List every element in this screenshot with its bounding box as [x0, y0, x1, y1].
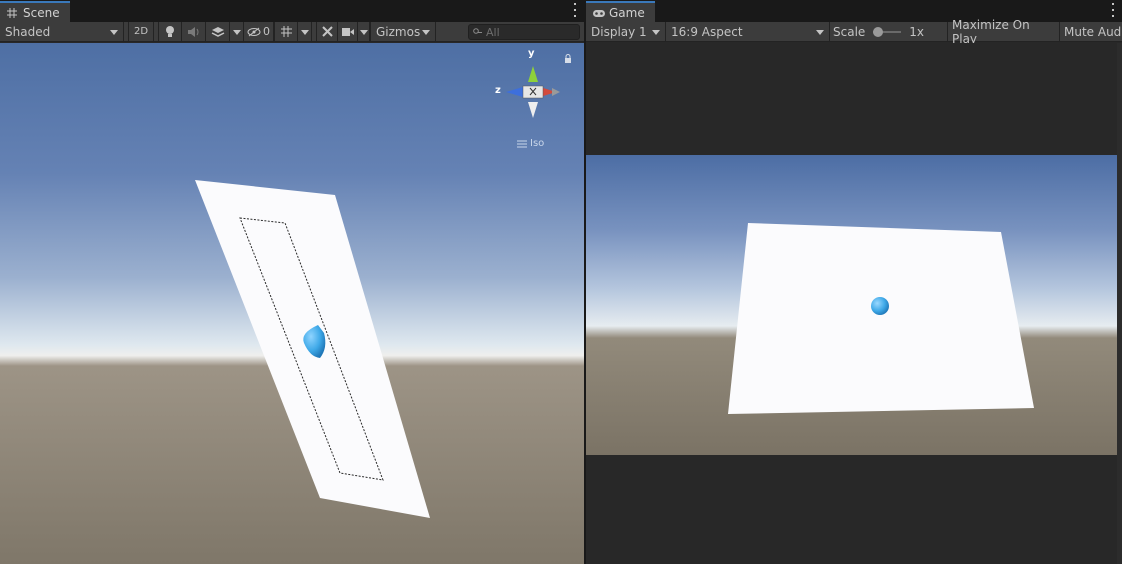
chevron-down-icon: [360, 29, 368, 35]
layers-icon: [211, 26, 224, 37]
scale-control: Scale 1x: [830, 21, 948, 42]
grid-snap-icon: [280, 26, 292, 37]
effects-toggle-button[interactable]: [206, 21, 230, 42]
tab-scene[interactable]: Scene: [0, 1, 70, 22]
camera-settings-button[interactable]: [338, 21, 358, 42]
chevron-down-icon: [422, 29, 430, 35]
game-render-frame: [586, 155, 1122, 455]
lock-icon[interactable]: [563, 54, 573, 64]
plane-object: [728, 223, 1034, 414]
lighting-toggle-button[interactable]: [158, 21, 182, 42]
scene-panel: Scene Shaded 2D 0 Gizmos All y z Iso: [0, 0, 584, 564]
tab-scene-label: Scene: [23, 5, 60, 20]
game-viewport[interactable]: [586, 43, 1122, 564]
aspect-dropdown[interactable]: 16:9 Aspect: [666, 21, 830, 42]
gamepad-icon: [592, 7, 605, 19]
chevron-down-icon: [233, 29, 241, 35]
toggle-2d-label: 2D: [133, 26, 149, 37]
gizmos-label: Gizmos: [376, 24, 421, 39]
grid-dropdown-button[interactable]: [298, 21, 312, 42]
speaker-icon: [187, 26, 198, 37]
hidden-objects-toggle-button[interactable]: 0: [244, 21, 274, 42]
search-icon: [473, 28, 482, 34]
letterbox-top: [586, 43, 1122, 155]
eye-crossed-icon: [247, 27, 261, 36]
chevron-down-icon: [110, 29, 118, 35]
scene-toolbar: Shaded 2D 0 Gizmos All: [0, 21, 584, 42]
game-toolbar: Display 1 16:9 Aspect Scale 1x Maximize …: [586, 18, 1122, 46]
scene-tabbar: Scene: [0, 0, 584, 22]
axis-gizmo-icon: [506, 66, 560, 118]
scene-search[interactable]: [468, 24, 580, 40]
scale-label: Scale: [833, 24, 866, 39]
projection-label: Iso: [530, 138, 545, 149]
aspect-value: 16:9 Aspect: [671, 24, 743, 39]
sphere-object: [871, 297, 889, 315]
scene-search-input[interactable]: [486, 25, 576, 39]
game-scrollbar[interactable]: [1117, 43, 1122, 564]
shading-mode-value: Shaded: [5, 24, 51, 39]
gizmos-dropdown[interactable]: Gizmos: [370, 21, 436, 42]
letterbox-bottom: [586, 455, 1122, 564]
tab-game[interactable]: Game: [586, 1, 655, 22]
chevron-down-icon: [652, 29, 660, 35]
lightbulb-icon: [166, 25, 174, 37]
display-value: Display 1: [591, 24, 647, 39]
gizmo-y-label: y: [528, 48, 535, 59]
hidden-count: 0: [263, 25, 270, 38]
maximize-on-play-toggle[interactable]: Maximize On Play: [948, 18, 1060, 46]
gizmo-z-label: z: [495, 85, 501, 96]
scale-slider[interactable]: [873, 26, 902, 37]
mute-audio-toggle[interactable]: Mute Aud: [1060, 22, 1122, 42]
chevron-down-icon: [816, 29, 824, 35]
grid-toggle-button[interactable]: [274, 21, 298, 42]
maximize-on-play-label: Maximize On Play: [952, 17, 1030, 46]
display-dropdown[interactable]: Display 1: [586, 21, 666, 42]
scale-value: 1x: [909, 24, 925, 39]
game-menu-icon[interactable]: [1110, 3, 1116, 17]
shading-mode-dropdown[interactable]: Shaded: [0, 21, 124, 42]
effects-dropdown-button[interactable]: [230, 21, 244, 42]
game-panel: Game Display 1 16:9 Aspect Scale 1x Maxi…: [586, 0, 1122, 564]
projection-toggle[interactable]: Iso: [517, 138, 544, 149]
tools-toggle-button[interactable]: [316, 21, 338, 42]
scene-menu-icon[interactable]: [572, 3, 578, 17]
tools-icon: [321, 26, 333, 37]
orientation-gizmo[interactable]: y z: [490, 48, 570, 119]
mute-audio-label: Mute Aud: [1064, 24, 1122, 39]
toggle-2d-button[interactable]: 2D: [128, 21, 154, 42]
scale-slider-handle[interactable]: [873, 26, 884, 37]
scene-viewport[interactable]: y z Iso: [0, 43, 584, 564]
scene-canvas: [195, 180, 430, 518]
game-canvas: [728, 223, 1034, 414]
tab-game-label: Game: [609, 5, 645, 20]
audio-toggle-button[interactable]: [182, 21, 206, 42]
camera-dropdown-button[interactable]: [358, 21, 370, 42]
chevron-down-icon: [301, 29, 309, 35]
menu-lines-icon: [517, 140, 527, 147]
grid-icon: [6, 7, 18, 19]
camera-icon: [341, 27, 354, 36]
